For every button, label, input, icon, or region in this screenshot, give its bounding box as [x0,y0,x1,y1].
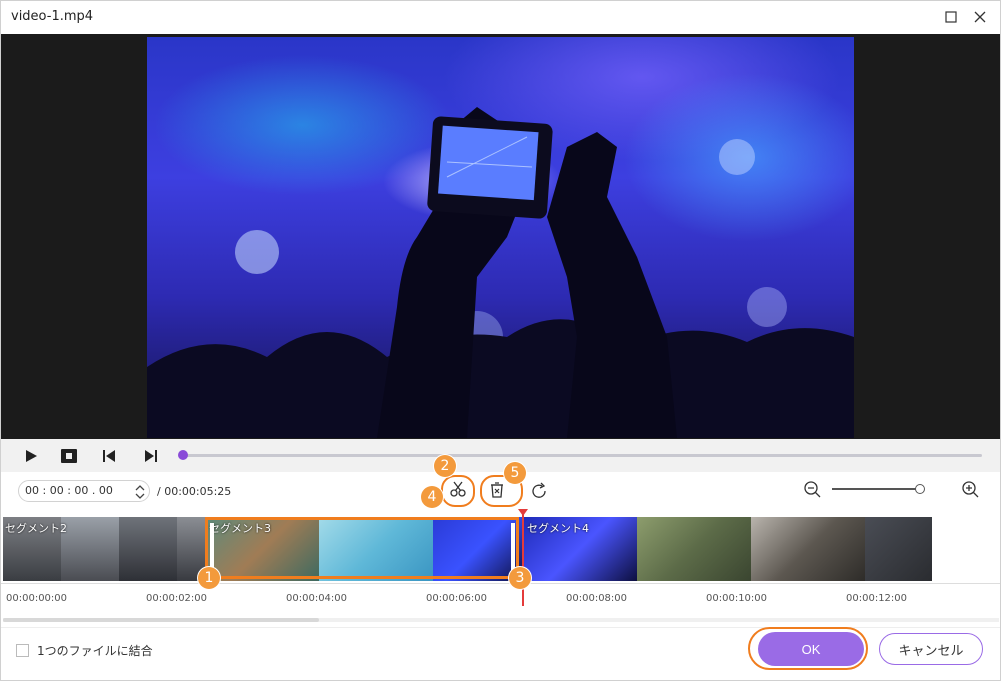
selected-segment[interactable] [205,517,519,579]
time-ruler: 00:00:00:00 00:00:02:00 00:00:04:00 00:0… [1,583,1000,611]
time-stepper-icon[interactable] [134,483,146,501]
stop-icon [61,449,77,463]
step-badge-4: 4 [421,486,443,508]
zoom-out-button[interactable] [801,478,823,500]
tick-label: 00:00:10:00 [706,593,768,604]
step-badge-2: 2 [434,455,456,477]
thumbnail [119,517,177,581]
zoom-in-icon [962,481,979,498]
segment-start-handle[interactable] [210,523,214,573]
prev-frame-icon [103,450,115,462]
concert-silhouette-image [147,107,854,438]
video-trim-dialog: video-1.mp4 00: 00: 00 . 00 / 00:00:05… [0,0,1001,681]
stop-button[interactable] [59,446,79,466]
zoom-in-button[interactable] [959,478,981,500]
next-frame-icon [145,450,157,462]
thumbnail [751,517,865,581]
tick-label: 00:00:08:00 [566,593,628,604]
cut-highlight [441,475,475,507]
video-preview[interactable] [1,34,1000,439]
zoom-out-icon [804,481,821,498]
tick-label: 00:00:04:00 [286,593,348,604]
zoom-slider[interactable] [832,488,922,490]
time-field[interactable]: 00 : 00 : 00 . 00 [18,480,150,502]
segment-label: セグメント4 [527,522,589,535]
thumbnail [61,517,119,581]
tick-label: 00:00:00:00 [6,593,68,604]
prev-frame-button[interactable] [99,446,119,466]
close-icon [974,11,986,23]
title-bar: video-1.mp4 [1,1,1000,34]
merge-checkbox-label[interactable]: 1つのファイルに結合 [37,642,153,659]
duration-label: / 00:00:05:25 [157,485,232,498]
next-frame-button[interactable] [141,446,161,466]
step-badge-3: 3 [509,567,531,589]
thumbnail [637,517,751,581]
seek-handle[interactable] [178,450,188,460]
step-badge-1: 1 [198,567,220,589]
cancel-button[interactable]: キャンセル [879,633,983,665]
playback-controls [1,439,1000,472]
reset-icon [532,482,546,498]
zoom-slider-handle[interactable] [915,484,925,494]
tick-label: 00:00:06:00 [426,593,488,604]
current-time-value: 00 : 00 : 00 . 00 [25,484,113,497]
ok-button[interactable]: OK [758,632,864,666]
maximize-icon [945,11,957,23]
reset-button[interactable] [528,480,550,502]
play-icon [26,450,37,462]
tick-label: 00:00:02:00 [146,593,208,604]
step-badge-5: 5 [504,462,526,484]
segment-label: セグメント2 [5,522,67,535]
close-button[interactable] [967,5,993,29]
maximize-button[interactable] [938,5,964,29]
tick-label: 00:00:12:00 [846,593,908,604]
seek-bar[interactable] [182,454,982,457]
thumbnail [865,517,932,581]
window-title: video-1.mp4 [11,9,94,24]
merge-checkbox[interactable] [16,644,29,657]
video-frame [147,37,854,438]
segment-end-handle[interactable] [511,523,515,573]
timeline-scrollbar-thumb[interactable] [3,618,319,622]
play-button[interactable] [21,446,41,466]
